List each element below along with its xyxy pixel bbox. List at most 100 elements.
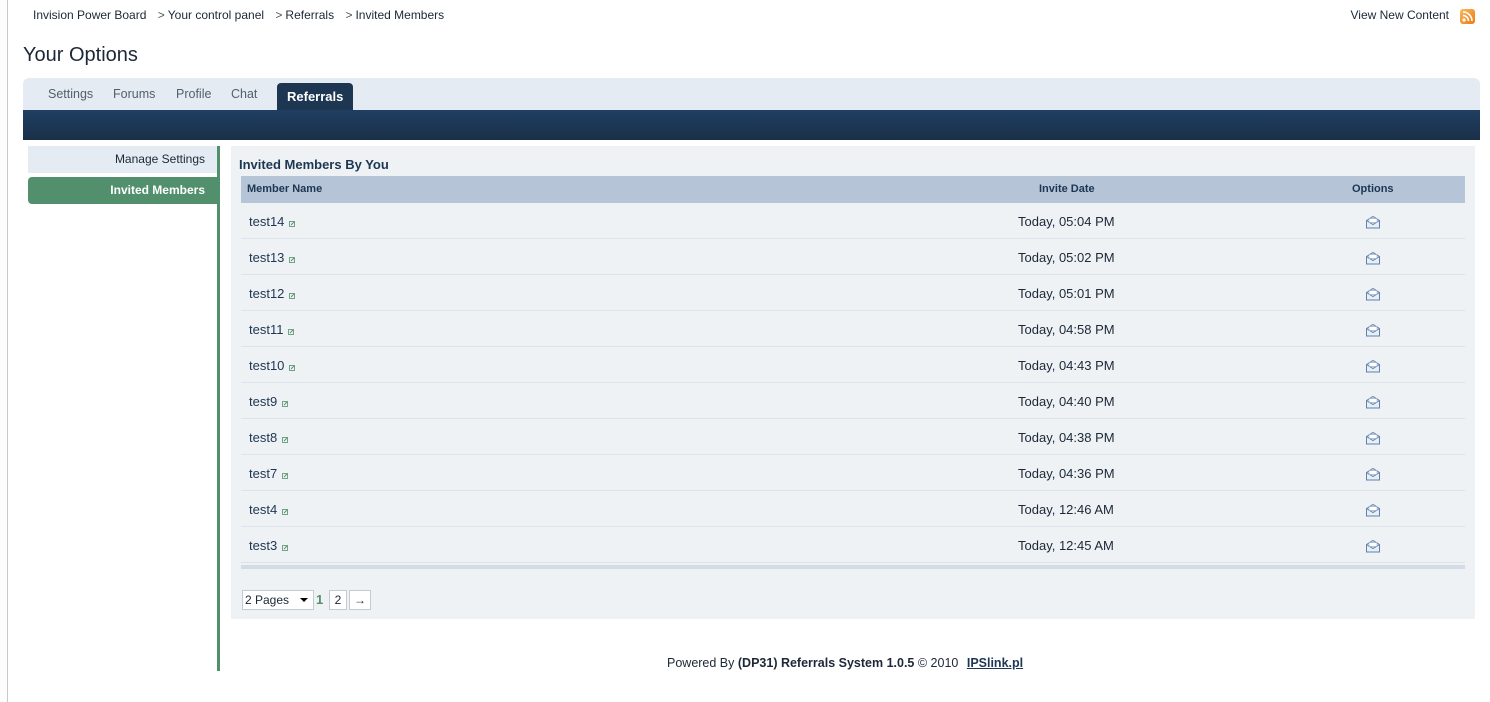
member-name-text: test12 (249, 286, 285, 301)
tab-settings[interactable]: Settings (48, 87, 93, 101)
table-row: test8 Today, 04:38 PM (241, 419, 1465, 455)
member-name-text: test11 (249, 322, 284, 337)
column-header-options: Options (1352, 183, 1394, 195)
footer-powered-by: Powered By (667, 656, 735, 670)
external-link-icon[interactable] (282, 431, 289, 446)
invite-date: Today, 04:36 PM (1018, 466, 1115, 481)
breadcrumb-item-control-panel[interactable]: Your control panel (168, 8, 264, 22)
table-row: test3 Today, 12:45 AM (241, 527, 1465, 563)
external-link-icon[interactable] (289, 251, 296, 266)
envelope-icon[interactable] (1365, 395, 1381, 412)
invite-date: Today, 04:40 PM (1018, 394, 1115, 409)
members-table-body: test14 Today, 05:04 PM test13 Today, 05:02 … (241, 203, 1465, 563)
invite-date: Today, 05:04 PM (1018, 214, 1115, 229)
invite-date: Today, 04:38 PM (1018, 430, 1115, 445)
column-header-member-name: Member Name (247, 183, 323, 195)
breadcrumb-separator: > (157, 8, 165, 22)
footer-link[interactable]: IPSlink.pl (967, 656, 1023, 670)
breadcrumb-item-referrals[interactable]: Referrals (285, 8, 334, 22)
table-header: Member Name Invite Date Options (241, 176, 1465, 203)
member-name-link[interactable]: test7 (249, 466, 289, 482)
member-name-link[interactable]: test11 (249, 322, 295, 338)
member-name-text: test9 (249, 394, 278, 409)
breadcrumb: Invision Power Board > Your control panel… (33, 8, 448, 22)
member-name-text: test7 (249, 466, 278, 481)
invite-date: Today, 05:02 PM (1018, 250, 1115, 265)
pages-dropdown[interactable]: 2 Pages (242, 590, 314, 610)
column-header-invite-date: Invite Date (1039, 183, 1095, 195)
member-name-text: test8 (249, 430, 278, 445)
external-link-icon[interactable] (289, 359, 296, 374)
member-name-link[interactable]: test12 (249, 286, 296, 302)
external-link-icon[interactable] (282, 395, 289, 410)
breadcrumb-separator: > (345, 8, 353, 22)
envelope-icon[interactable] (1365, 467, 1381, 484)
external-link-icon[interactable] (282, 503, 289, 518)
member-name-link[interactable]: test3 (249, 538, 289, 554)
breadcrumb-item-board[interactable]: Invision Power Board (33, 8, 146, 22)
sidebar-item-manage-settings[interactable]: Manage Settings (28, 146, 218, 173)
envelope-icon[interactable] (1365, 503, 1381, 520)
tab-forums[interactable]: Forums (113, 87, 155, 101)
member-name-link[interactable]: test4 (249, 502, 289, 518)
breadcrumb-separator: > (275, 8, 283, 22)
rss-icon[interactable] (1460, 9, 1475, 24)
panel-title: Invited Members By You (239, 157, 389, 172)
invite-date: Today, 05:01 PM (1018, 286, 1115, 301)
table-row: test7 Today, 04:36 PM (241, 455, 1465, 491)
current-page: 1 (316, 592, 324, 607)
page-title: Your Options (23, 44, 138, 66)
tab-profile[interactable]: Profile (176, 87, 211, 101)
sidebar-item-invited-members[interactable]: Invited Members (28, 177, 218, 204)
footer: Powered By (DP31) Referrals System 1.0.5… (667, 656, 1023, 670)
table-row: test12 Today, 05:01 PM (241, 275, 1465, 311)
member-name-link[interactable]: test14 (249, 214, 296, 230)
member-name-link[interactable]: test8 (249, 430, 289, 446)
external-link-icon[interactable] (282, 539, 289, 554)
table-row: test14 Today, 05:04 PM (241, 203, 1465, 239)
member-name-text: test14 (249, 214, 285, 229)
table-row: test9 Today, 04:40 PM (241, 383, 1465, 419)
member-name-link[interactable]: test13 (249, 250, 296, 266)
invite-date: Today, 04:58 PM (1018, 322, 1115, 337)
page-2-link[interactable]: 2 (329, 590, 347, 610)
external-link-icon[interactable] (289, 215, 296, 230)
invite-date: Today, 12:45 AM (1018, 538, 1114, 553)
member-name-link[interactable]: test9 (249, 394, 289, 410)
external-link-icon[interactable] (289, 287, 296, 302)
external-link-icon[interactable] (288, 323, 295, 338)
table-row: test11 Today, 04:58 PM (241, 311, 1465, 347)
window-left-edge (0, 0, 8, 702)
envelope-icon[interactable] (1365, 431, 1381, 448)
options-tab-bar: Settings Forums Profile Chat Referrals (23, 78, 1480, 110)
view-new-content-link[interactable]: View New Content (1351, 8, 1450, 22)
table-row: test13 Today, 05:02 PM (241, 239, 1465, 275)
footer-copyright: © 2010 (917, 656, 959, 670)
envelope-icon[interactable] (1365, 539, 1381, 556)
member-name-text: test4 (249, 502, 278, 517)
table-row: test10 Today, 04:43 PM (241, 347, 1465, 383)
table-row: test4 Today, 12:46 AM (241, 491, 1465, 527)
envelope-icon[interactable] (1365, 323, 1381, 340)
invite-date: Today, 12:46 AM (1018, 502, 1114, 517)
envelope-icon[interactable] (1365, 287, 1381, 304)
pages-dropdown-label: 2 Pages (245, 593, 290, 607)
tab-referrals[interactable]: Referrals (277, 83, 354, 110)
envelope-icon[interactable] (1365, 359, 1381, 376)
tab-content-bar (23, 110, 1480, 140)
envelope-icon[interactable] (1365, 215, 1381, 232)
member-name-text: test10 (249, 358, 285, 373)
footer-product: (DP31) Referrals System 1.0.5 (737, 656, 915, 670)
tab-chat[interactable]: Chat (231, 87, 257, 101)
external-link-icon[interactable] (282, 467, 289, 482)
table-footer (241, 565, 1465, 569)
sidebar-divider (217, 146, 220, 671)
breadcrumb-item-invited-members: Invited Members (355, 8, 445, 22)
chevron-down-icon (300, 598, 308, 602)
member-name-text: test3 (249, 538, 278, 553)
next-page-button[interactable]: → (349, 590, 371, 610)
member-name-link[interactable]: test10 (249, 358, 296, 374)
envelope-icon[interactable] (1365, 251, 1381, 268)
sidebar: Manage Settings Invited Members (28, 146, 218, 208)
member-name-text: test13 (249, 250, 285, 265)
